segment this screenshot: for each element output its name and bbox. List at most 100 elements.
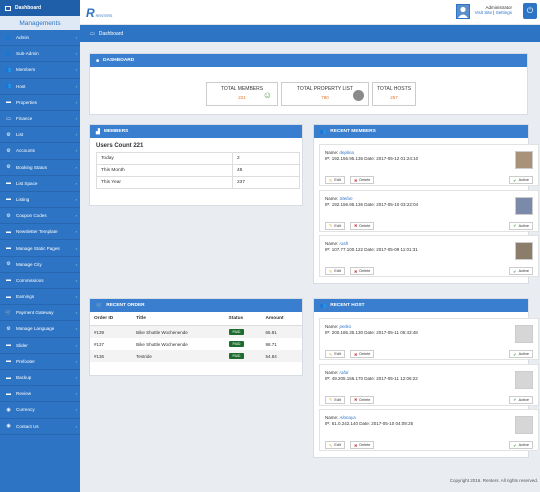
check-icon: ✔	[513, 442, 517, 448]
user-icon	[458, 6, 468, 18]
chevron-right-icon: ›	[75, 180, 77, 186]
avatar	[515, 325, 533, 343]
visit-site-link[interactable]: Visit Site	[475, 10, 492, 15]
sidebar-dashboard-link[interactable]: Dashboard	[0, 0, 80, 16]
status-cell: PAID	[224, 350, 262, 362]
edit-button[interactable]: ✎ Edit	[325, 441, 345, 449]
recent-order-header: 🛒 RECENT ORDER	[90, 299, 302, 312]
member-name-link[interactable]: deplina	[340, 150, 355, 155]
logo[interactable]: R RENTERS	[86, 6, 112, 20]
list-item: Name: deplina IP: 192.156.95.136 Date: 20…	[319, 144, 539, 186]
stat-total-members[interactable]: TOTAL MEMBERS 221 ☺	[206, 82, 278, 106]
chevron-right-icon: ›	[75, 132, 77, 138]
active-button[interactable]: ✔ Active	[509, 267, 533, 275]
name-prefix: Name:	[325, 324, 339, 329]
stat-total-hosts[interactable]: TOTAL HOSTS 257	[372, 82, 416, 106]
edit-label: Edit	[334, 443, 341, 447]
active-button[interactable]: ✔ Active	[509, 395, 533, 404]
sidebar-item-prefooter[interactable]: ▬ Prefooter ›	[0, 354, 80, 370]
sidebar-item-list[interactable]: ⚙ List ›	[0, 127, 80, 144]
members-panel: ▟ MEMBERS Users Count 221 Today 2 This Mon…	[89, 124, 303, 206]
sidebar-item-newsletter-template[interactable]: ▬ Newsletter Template ›	[0, 224, 80, 241]
member-name-link[interactable]: Alonaya	[340, 415, 356, 420]
sidebar-item-earnings[interactable]: ▬ Earnings ›	[0, 289, 80, 306]
sidebar-item-label: Properties	[16, 99, 37, 105]
sidebar-item-admin[interactable]: 👤 Admin ›	[0, 30, 80, 47]
active-button[interactable]: ✔ Active	[509, 221, 533, 230]
sidebar-item-host[interactable]: 👥 Host ›	[0, 79, 80, 95]
sidebar-item-manage-static-pages[interactable]: ▬ Manage Static Pages ›	[0, 240, 80, 257]
sidebar-item-label: Backup	[16, 375, 32, 381]
edit-button[interactable]: ✎ Edit	[325, 221, 345, 230]
sidebar-item-listing[interactable]: ▬ Listing ›	[0, 192, 80, 209]
table-cell: This Year	[96, 176, 233, 189]
sidebar-item-contact-us[interactable]: ◉ Contact Us ›	[0, 419, 80, 435]
sidebar-item-booking-status[interactable]: ⚙ Booking Status ›	[0, 160, 80, 176]
folder-icon: ▬	[6, 228, 11, 235]
active-button[interactable]: ✔ Active	[509, 176, 533, 184]
table-cell: #137	[94, 341, 105, 347]
column-header: Title	[132, 312, 225, 326]
sidebar-item-payment-gateway[interactable]: 🛒 Payment Gateway ›	[0, 305, 80, 322]
sidebar-item-sub-admin[interactable]: 👤 Sub-Admin ›	[0, 46, 80, 63]
sidebar-item-finance[interactable]: ▭ Finance ›	[0, 111, 80, 128]
sidebar-item-slider[interactable]: ▬ Slider ›	[0, 338, 80, 354]
active-button[interactable]: ✔ Active	[509, 441, 533, 449]
item-name: Name: deplina	[325, 150, 354, 155]
edit-button[interactable]: ✎ Edit	[325, 395, 345, 404]
sidebar-item-commissions[interactable]: ▬ Commissions ›	[0, 273, 80, 289]
item-info: IP: 107.77.100.122 Date: 2017-05-09 11:0…	[325, 247, 418, 252]
sidebar-item-currency[interactable]: ◉ Currency ›	[0, 402, 80, 419]
table-cell: #139	[90, 325, 133, 338]
chevron-right-icon: ›	[75, 391, 77, 397]
table-row: This Month 48	[96, 164, 300, 177]
chevron-right-icon: ›	[75, 294, 77, 300]
members-icon: ☺	[262, 90, 272, 100]
sidebar-item-manage-language[interactable]: ⚙ Manage Language ›	[0, 321, 80, 338]
stat-total-property-list[interactable]: TOTAL PROPERTY LIST 780	[281, 82, 369, 106]
table-cell: Bike Shuttle Wochenende	[136, 341, 188, 347]
link-separator: |	[493, 10, 495, 15]
close-icon: ✖	[354, 442, 358, 448]
cart-icon: 🛒	[5, 309, 12, 316]
table-cell: 98.71	[265, 341, 277, 347]
member-name-link[interactable]: pedro	[340, 324, 352, 329]
monitor-icon	[5, 5, 11, 11]
chevron-right-icon: ›	[75, 83, 77, 89]
dashboard-panel-header: ■ DASHBOARD	[90, 54, 527, 67]
active-button[interactable]: ✔ Active	[509, 350, 533, 358]
sidebar-item-backup[interactable]: ▬ Backup ›	[0, 370, 80, 387]
member-name-link[interactable]: rafal	[340, 370, 349, 375]
column-header: Amount	[261, 312, 302, 326]
chevron-right-icon: ›	[75, 423, 77, 429]
settings-link[interactable]: Settings	[496, 10, 512, 15]
sidebar-item-properties[interactable]: ▬ Properties ›	[0, 95, 80, 111]
delete-button[interactable]: ✖ Delete	[350, 350, 375, 358]
sidebar-item-list-space[interactable]: ▬ List Space ›	[0, 176, 80, 192]
sidebar-item-coupon-codes[interactable]: ⚙ Coupon Codes ›	[0, 208, 80, 225]
member-name-link[interactable]: Stefan	[340, 196, 353, 201]
logout-button[interactable]: ⏻	[523, 3, 537, 19]
gear-icon: ⚙	[6, 212, 11, 219]
members-panel-title: MEMBERS	[103, 129, 129, 134]
edit-button[interactable]: ✎ Edit	[325, 176, 345, 184]
delete-button[interactable]: ✖ Delete	[350, 395, 375, 404]
avatar[interactable]	[456, 4, 470, 19]
avatar	[515, 416, 533, 434]
sidebar-item-members[interactable]: 👥 Members ›	[0, 62, 80, 79]
close-icon: ✖	[354, 177, 358, 183]
person-icon: 👤	[5, 50, 12, 57]
member-name-link[interactable]: rash	[340, 241, 349, 246]
edit-button[interactable]: ✎ Edit	[325, 267, 345, 275]
delete-button[interactable]: ✖ Delete	[350, 176, 375, 184]
delete-button[interactable]: ✖ Delete	[350, 441, 375, 449]
app-root: Dashboard Managements 👤 Admin › 👤 Sub-Admin ›…	[0, 0, 540, 492]
delete-button[interactable]: ✖ Delete	[350, 267, 375, 275]
delete-button[interactable]: ✖ Delete	[350, 221, 375, 230]
sidebar-item-manage-city[interactable]: ⚙ Manage City ›	[0, 257, 80, 273]
chevron-right-icon: ›	[75, 148, 77, 154]
edit-button[interactable]: ✎ Edit	[325, 350, 345, 358]
sidebar-item-review[interactable]: ▬ Review ›	[0, 386, 80, 403]
sidebar-section-title: Managements	[0, 16, 80, 30]
sidebar-item-accounts[interactable]: ⚙ Accounts ›	[0, 143, 80, 160]
